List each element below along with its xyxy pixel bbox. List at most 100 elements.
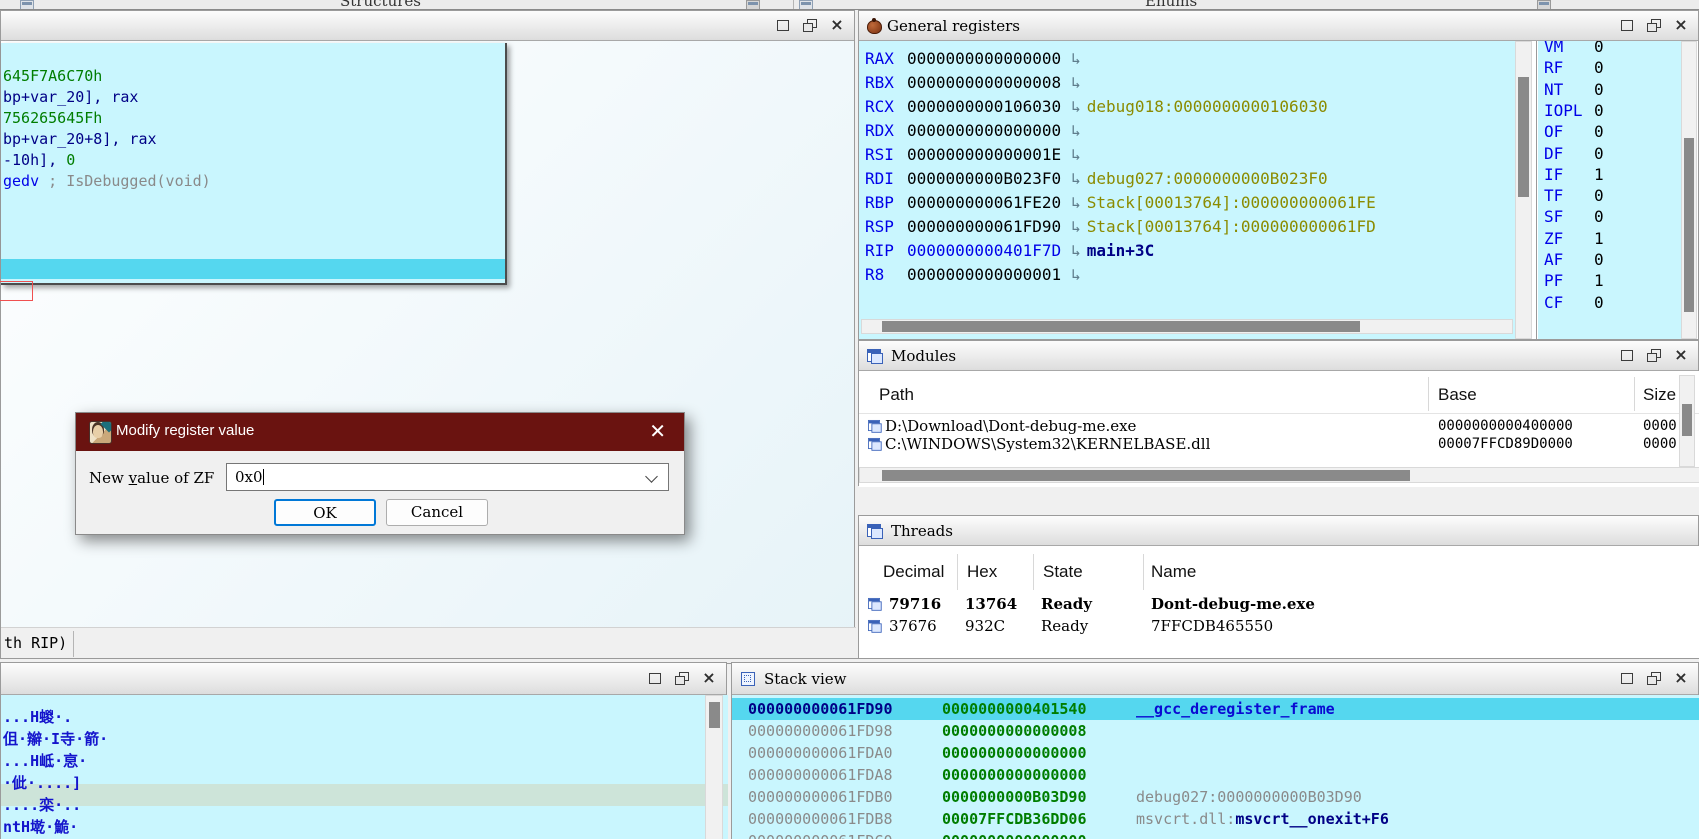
- flag-row[interactable]: DF0: [1544, 145, 1604, 163]
- disasm-line[interactable]: bp+var_20], rax: [3, 88, 138, 106]
- maximize-icon[interactable]: [1618, 671, 1636, 686]
- enums-close-icon[interactable]: [1537, 0, 1551, 10]
- flag-row[interactable]: ZF1: [1544, 230, 1604, 248]
- cancel-button[interactable]: Cancel: [386, 499, 488, 526]
- float-icon[interactable]: [801, 18, 819, 33]
- modules-col-base[interactable]: Base: [1438, 385, 1477, 405]
- register-value-input[interactable]: 0x0: [235, 468, 264, 486]
- stack-row[interactable]: 000000000061FDB00000000000B03D90debug027…: [732, 788, 1699, 808]
- stack-symbol: debug027:0000000000B03D90: [1136, 788, 1362, 806]
- maximize-icon[interactable]: [1618, 348, 1636, 363]
- register-row[interactable]: RDX0000000000000000↳: [865, 122, 1513, 140]
- stack-row[interactable]: 000000000061FD900000000000401540__gcc_de…: [732, 700, 1699, 720]
- register-row[interactable]: RSI000000000000001E↳: [865, 146, 1513, 164]
- register-row[interactable]: RCX0000000000106030↳debug018:00000000001…: [865, 98, 1513, 116]
- disassembly-titlebar: ×: [1, 11, 854, 41]
- enums-tab-icon: [799, 0, 813, 10]
- registers-hscrollbar[interactable]: [861, 319, 1513, 334]
- hex-line[interactable]: ...H蝬·.: [3, 707, 72, 727]
- flag-row[interactable]: NT0: [1544, 81, 1604, 99]
- disasm-line[interactable]: bp+var_20+8], rax: [3, 130, 157, 148]
- register-row[interactable]: RDI0000000000B023F0↳debug027:0000000000B…: [865, 170, 1513, 188]
- threads-panel: Threads Decimal Hex State Name 797161376…: [858, 515, 1699, 658]
- tab-structures[interactable]: Structures: [340, 0, 421, 10]
- stack-row[interactable]: 000000000061FDB800007FFCDB36DD06msvcrt.d…: [732, 810, 1699, 830]
- stack-row[interactable]: 000000000061FDA80000000000000000: [732, 766, 1699, 786]
- flag-row[interactable]: AF0: [1544, 251, 1604, 269]
- flag-row[interactable]: IF1: [1544, 166, 1604, 184]
- stack-row[interactable]: 000000000061FDA00000000000000000: [732, 744, 1699, 764]
- flag-row[interactable]: CF0: [1544, 294, 1604, 312]
- structures-tab-icon: [20, 0, 34, 10]
- modules-col-path[interactable]: Path: [879, 385, 914, 405]
- hex-titlebar: ×: [1, 663, 726, 695]
- close-icon[interactable]: ×: [1672, 671, 1690, 686]
- structures-close-icon[interactable]: [746, 0, 760, 10]
- disasm-line[interactable]: -10h], 0: [3, 151, 75, 169]
- float-icon[interactable]: [673, 671, 691, 686]
- stack-row[interactable]: 000000000061FD980000000000000008: [732, 722, 1699, 742]
- dialog-titlebar[interactable]: Modify register value ✕: [76, 413, 684, 451]
- register-value-combobox[interactable]: 0x0: [226, 463, 669, 491]
- register-row[interactable]: R80000000000000001↳: [865, 266, 1513, 284]
- hex-line[interactable]: ....栾·..: [3, 795, 81, 815]
- flag-row[interactable]: VM0: [1544, 41, 1604, 56]
- stack-rows[interactable]: 000000000061FD900000000000401540__gcc_de…: [732, 695, 1699, 839]
- thread-row[interactable]: 37676932CReady7FFCDB465550: [859, 616, 1699, 636]
- modules-hscrollbar[interactable]: [859, 467, 1699, 483]
- tab-enums[interactable]: Enums: [1145, 0, 1197, 10]
- close-icon[interactable]: ×: [700, 671, 718, 686]
- flag-row[interactable]: TF0: [1544, 187, 1604, 205]
- disasm-line[interactable]: 645F7A6C70h: [3, 67, 102, 85]
- threads-col-name[interactable]: Name: [1151, 562, 1196, 582]
- disasm-line[interactable]: gedv ; IsDebugged(void): [3, 172, 211, 190]
- threads-col-hex[interactable]: Hex: [967, 562, 997, 582]
- register-row[interactable]: RIP0000000000401F7D↳main+3C: [865, 242, 1513, 260]
- register-row[interactable]: RBX0000000000000008↳: [865, 74, 1513, 92]
- registers-vscrollbar[interactable]: [1515, 41, 1532, 339]
- close-icon[interactable]: ×: [1672, 348, 1690, 363]
- modules-col-size[interactable]: Size: [1643, 385, 1676, 405]
- hex-vscrollbar[interactable]: [705, 695, 723, 839]
- maximize-icon[interactable]: [1618, 18, 1636, 33]
- stack-row[interactable]: 000000000061FDC00000000000000000: [732, 832, 1699, 839]
- flags-vscrollbar[interactable]: [1681, 41, 1697, 339]
- flags-list[interactable]: VM0 RF0 NT0 IOPL0 OF0 DF0 IF1 TF0 SF0 ZF1 AF0 PF1 CF…: [1538, 41, 1681, 339]
- flag-row[interactable]: SF0: [1544, 208, 1604, 226]
- register-row[interactable]: RAX0000000000000000↳: [865, 50, 1513, 68]
- float-icon[interactable]: [1645, 348, 1663, 363]
- flag-row[interactable]: RF0: [1544, 59, 1604, 77]
- disasm-line[interactable]: 756265645Fh: [3, 109, 102, 127]
- ok-button[interactable]: OK: [274, 499, 376, 526]
- threads-col-decimal[interactable]: Decimal: [883, 562, 944, 582]
- module-row[interactable]: C:\WINDOWS\System32\KERNELBASE.dll00007F…: [859, 435, 1699, 453]
- float-icon[interactable]: [1645, 671, 1663, 686]
- hex-ascii-view[interactable]: ...H蝬·.伹·辮·I寺·箭·...H岻·恴··佌·....]....栾·..…: [1, 695, 728, 839]
- modules-titlebar: Modules ×: [859, 341, 1698, 371]
- hex-line[interactable]: 伹·辮·I寺·箭·: [3, 729, 108, 749]
- threads-content: Decimal Hex State Name 7971613764ReadyDo…: [859, 546, 1699, 659]
- threads-col-state[interactable]: State: [1043, 562, 1083, 582]
- registers-list[interactable]: RAX0000000000000000↳ RBX0000000000000008↳…: [859, 41, 1515, 339]
- hex-line[interactable]: ...H岻·恴·: [3, 751, 87, 771]
- flag-row[interactable]: PF1: [1544, 272, 1604, 290]
- close-icon[interactable]: ×: [828, 18, 846, 33]
- maximize-icon[interactable]: [774, 18, 792, 33]
- flag-row[interactable]: IOPL0: [1544, 102, 1604, 120]
- register-row[interactable]: RSP000000000061FD90↳Stack[00013764]:0000…: [865, 218, 1513, 236]
- register-row[interactable]: RBP000000000061FE20↳Stack[00013764]:0000…: [865, 194, 1513, 212]
- flag-row[interactable]: OF0: [1544, 123, 1604, 141]
- modules-vscrollbar[interactable]: [1679, 375, 1695, 467]
- maximize-icon[interactable]: [646, 671, 664, 686]
- thread-row[interactable]: 7971613764ReadyDont-debug-me.exe: [859, 594, 1699, 614]
- disassembly-view[interactable]: 645F7A6C70h bp+var_20], rax 756265645Fh bp+…: [1, 43, 507, 285]
- hex-line[interactable]: ·佌·....]: [3, 773, 81, 793]
- module-row[interactable]: D:\Download\Dont-debug-me.exe00000000004…: [859, 417, 1699, 435]
- chevron-down-icon[interactable]: [645, 470, 658, 483]
- close-icon[interactable]: ×: [1672, 18, 1690, 33]
- dialog-title: Modify register value: [116, 422, 254, 439]
- hex-line[interactable]: ntH墘·鮠·: [3, 817, 78, 837]
- float-icon[interactable]: [1645, 18, 1663, 33]
- flags-splitter[interactable]: [1536, 41, 1537, 339]
- dialog-close-icon[interactable]: ✕: [649, 421, 666, 441]
